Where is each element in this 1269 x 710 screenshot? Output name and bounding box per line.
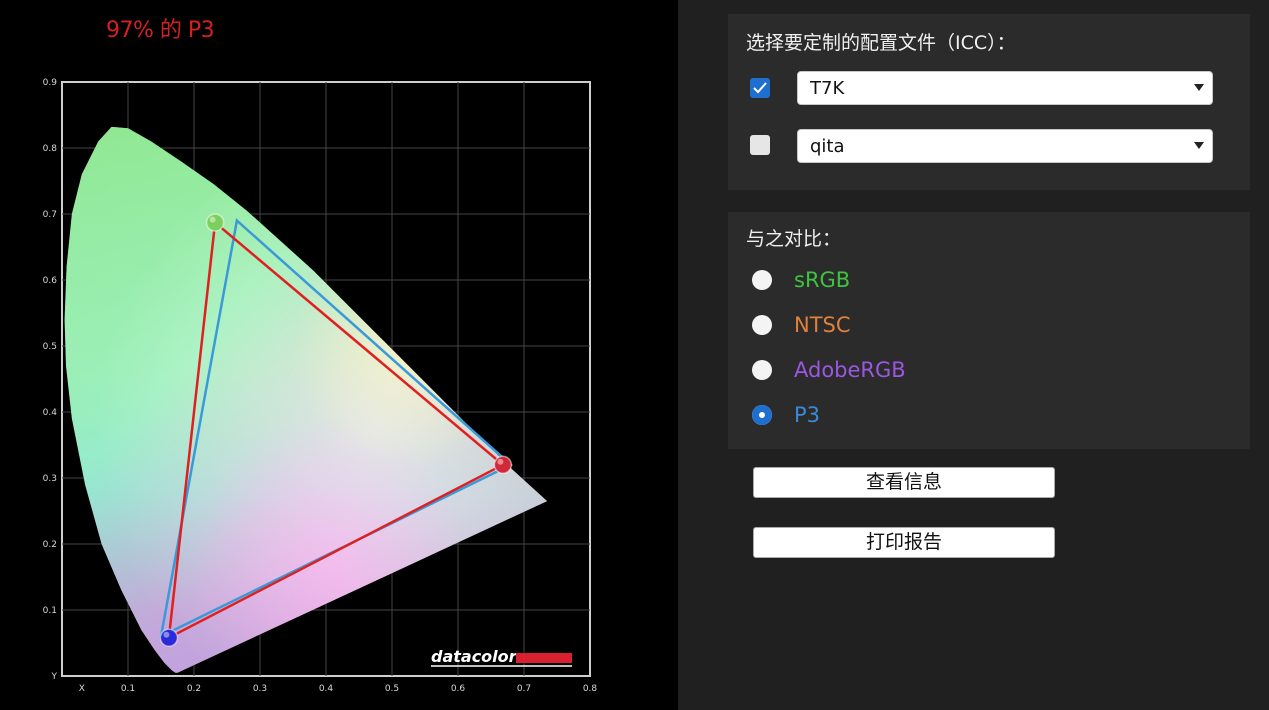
y-tick-label: 0.9 (43, 78, 58, 88)
print-report-button[interactable]: 打印报告 (753, 527, 1055, 558)
primary-marker-highlight (163, 631, 170, 638)
y-tick-label: 0.3 (43, 474, 57, 484)
y-tick-label: 0.2 (43, 540, 57, 550)
coverage-text: 97% 的 P3 (106, 18, 215, 43)
profile-selection-panel: 选择要定制的配置文件（ICC）： T7K qita (728, 14, 1250, 190)
compare-panel-title: 与之对比： (746, 228, 842, 250)
primary-marker (159, 628, 179, 647)
primary-marker (493, 455, 513, 475)
y-tick-label: 0.1 (43, 606, 57, 616)
x-tick-label: 0.5 (385, 684, 399, 694)
primary-marker-highlight (497, 458, 504, 465)
radio-srgb[interactable] (752, 270, 772, 290)
y-tick-label: 0.4 (43, 408, 58, 418)
x-tick-label: 0.1 (121, 684, 135, 694)
profile-2-select[interactable]: qita (797, 129, 1213, 163)
view-info-button[interactable]: 查看信息 (753, 467, 1055, 498)
radio-label-ntsc: NTSC (794, 313, 851, 337)
compare-option-p3[interactable]: P3 (752, 403, 1052, 433)
chevron-down-icon (1194, 84, 1204, 91)
radio-p3[interactable] (752, 405, 772, 425)
x-tick-label: 0.7 (517, 684, 531, 694)
profile-2-checkbox[interactable] (750, 135, 770, 155)
y-tick-label: 0.8 (43, 144, 58, 154)
chromaticity-chart: 0.9 0.8 0.7 0.6 0.5 0.4 0.3 0.2 0.1 Y X 0.1 0.2 0.3 0.… (43, 78, 598, 694)
profile-2-value: qita (810, 136, 845, 157)
radio-label-adobergb: AdobeRGB (794, 358, 906, 382)
gamut-chart-area: 0.9 0.8 0.7 0.6 0.5 0.4 0.3 0.2 0.1 Y X 0.1 0.2 0.3 0.… (0, 0, 678, 710)
datacolor-logo: datacolor (431, 647, 572, 667)
radio-adobergb[interactable] (752, 360, 772, 380)
profile-panel-title: 选择要定制的配置文件（ICC）： (746, 32, 1016, 54)
y-tick-label: 0.6 (43, 276, 58, 286)
radio-label-srgb: sRGB (794, 268, 851, 292)
check-icon (753, 82, 767, 94)
y-tick-label: 0.5 (43, 342, 57, 352)
logo-text: datacolor (431, 647, 518, 666)
compare-panel: 与之对比： sRGB NTSC AdobeRGB P3 (728, 212, 1250, 449)
profile-1-checkbox[interactable] (750, 78, 770, 98)
settings-panel: 选择要定制的配置文件（ICC）： T7K qita 与之对比： sRGB NTS… (678, 0, 1269, 710)
compare-option-srgb[interactable]: sRGB (752, 268, 1052, 298)
primary-marker-highlight (209, 216, 216, 223)
x-tick-label: 0.8 (583, 684, 598, 694)
x-tick-label: 0.3 (253, 684, 267, 694)
primary-marker (205, 213, 225, 232)
profile-1-select[interactable]: T7K (797, 71, 1213, 105)
radio-ntsc[interactable] (752, 315, 772, 335)
y-tick-label: 0.7 (43, 210, 57, 220)
compare-option-adobergb[interactable]: AdobeRGB (752, 358, 1052, 388)
profile-1-value: T7K (810, 78, 845, 99)
y-tick-label: Y (51, 672, 58, 682)
x-tick-label: 0.6 (451, 684, 466, 694)
compare-option-ntsc[interactable]: NTSC (752, 313, 1052, 343)
x-tick-label: 0.2 (187, 684, 201, 694)
x-tick-label: 0.4 (319, 684, 334, 694)
x-tick-label: X (79, 684, 85, 694)
radio-label-p3: P3 (794, 403, 821, 427)
chevron-down-icon (1194, 142, 1204, 149)
